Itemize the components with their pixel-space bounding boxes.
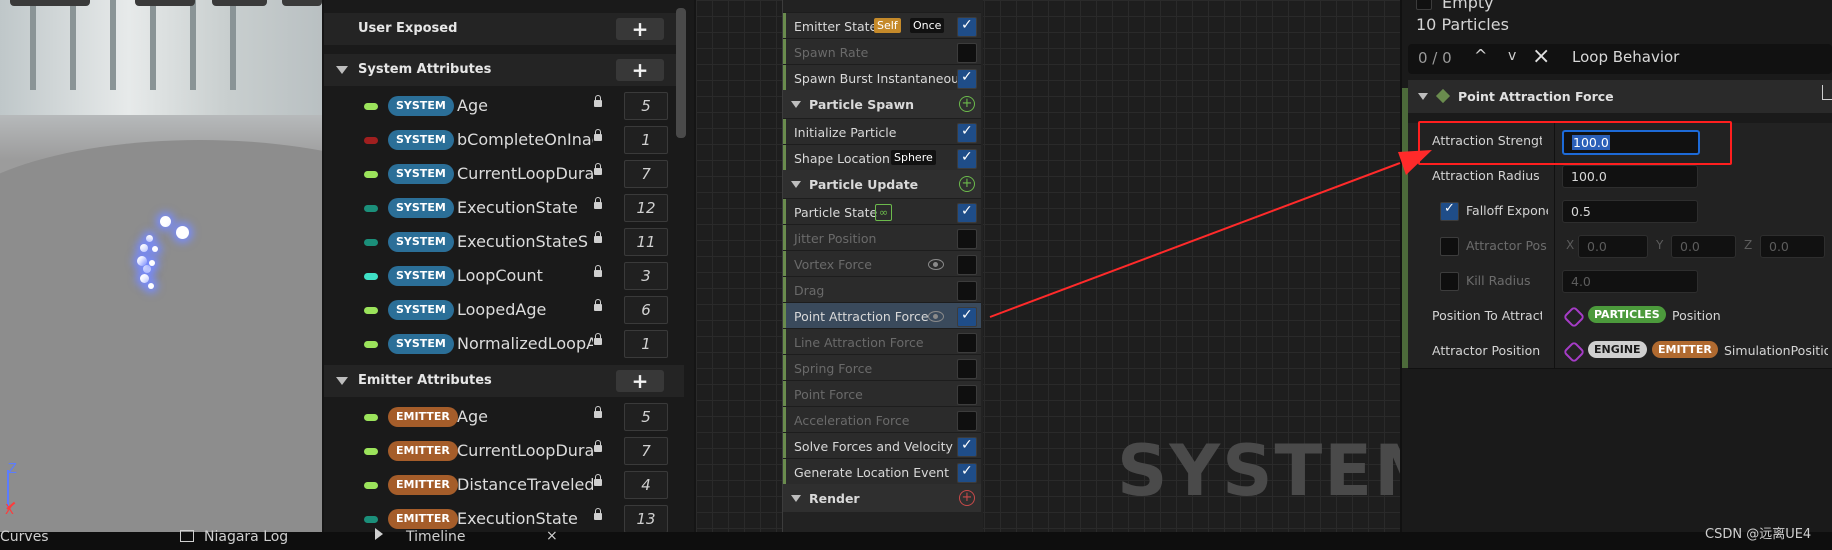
tab-curves[interactable]: Curves	[0, 529, 49, 545]
bottom-tab-bar: Curves Niagara Log Timeline ×	[0, 528, 1832, 550]
play-icon	[375, 528, 383, 540]
csdn-watermark: CSDN @远离UE4	[1705, 527, 1812, 542]
annotation-arrow	[989, 150, 1432, 318]
tab-timeline[interactable]: Timeline	[406, 529, 466, 545]
log-icon	[180, 530, 194, 542]
close-tab-icon[interactable]: ×	[546, 528, 558, 544]
tab-niagara-log[interactable]: Niagara Log	[204, 529, 288, 545]
